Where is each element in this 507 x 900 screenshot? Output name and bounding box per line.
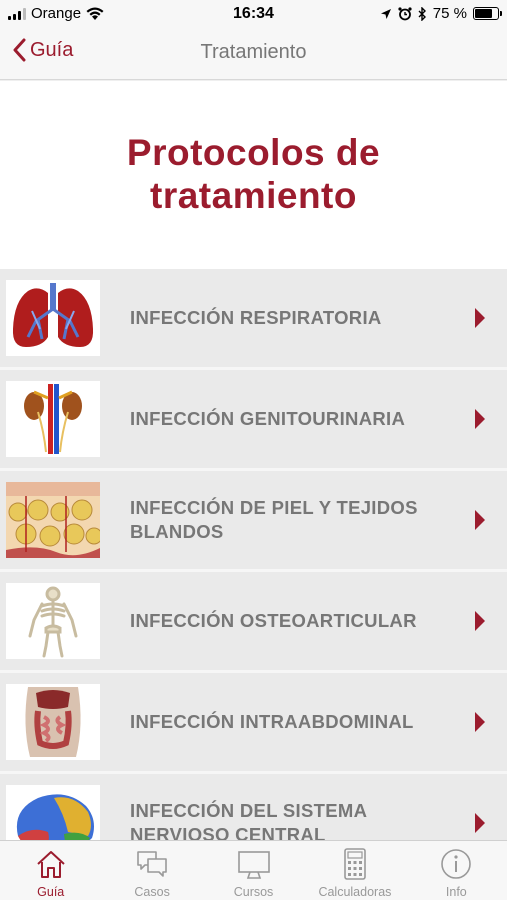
list-item-label: INFECCIÓN RESPIRATORIA bbox=[130, 306, 382, 328]
chevron-right-icon bbox=[475, 813, 485, 833]
list-item-label: INFECCIÓN OSTEOARTICULAR bbox=[130, 609, 417, 631]
chevron-right-icon bbox=[475, 409, 485, 429]
list-item-sistema-nervioso[interactable]: INFECCIÓN DEL SISTEMA NERVIOSO CENTRAL bbox=[0, 774, 507, 840]
tab-label: Casos bbox=[134, 885, 170, 899]
page-title: Protocolos de tratamiento bbox=[126, 132, 381, 216]
kidneys-icon bbox=[6, 381, 100, 457]
chevron-left-icon bbox=[13, 38, 26, 62]
home-icon bbox=[37, 851, 65, 878]
tab-bar: Guía Casos Cursos Calculadoras Info bbox=[0, 840, 507, 900]
chat-bubbles-icon bbox=[137, 851, 167, 877]
list-item-label: INFECCIÓN GENITOURINARIA bbox=[130, 407, 406, 429]
navigation-bar: Guía Tratamiento bbox=[0, 28, 507, 80]
list-item-intraabdominal[interactable]: INFECCIÓN INTRAABDOMINAL bbox=[0, 673, 507, 774]
list-item-label: INFECCIÓN DE PIEL Y TEJIDOS BLANDOS bbox=[130, 496, 418, 542]
tab-label: Info bbox=[445, 885, 467, 899]
tab-label: Cursos bbox=[233, 885, 274, 899]
alarm-icon bbox=[398, 6, 412, 20]
list-item-osteoarticular[interactable]: INFECCIÓN OSTEOARTICULAR bbox=[0, 572, 507, 673]
tab-cursos[interactable]: Cursos bbox=[203, 841, 304, 900]
chevron-right-icon bbox=[475, 611, 485, 631]
location-icon bbox=[380, 8, 391, 19]
battery-icon bbox=[473, 7, 502, 20]
chevron-right-icon bbox=[475, 712, 485, 732]
tab-casos[interactable]: Casos bbox=[101, 841, 202, 900]
protocol-list: INFECCIÓN RESPIRATORIA INFECCIÓN GENITOU… bbox=[0, 269, 507, 840]
tab-info[interactable]: Info bbox=[406, 841, 507, 900]
list-item-genitourinaria[interactable]: INFECCIÓN GENITOURINARIA bbox=[0, 370, 507, 471]
battery-percent: 75 % bbox=[432, 5, 467, 22]
info-icon bbox=[441, 849, 472, 879]
back-button-label: Guía bbox=[30, 38, 74, 61]
lungs-icon bbox=[6, 280, 100, 356]
chevron-right-icon bbox=[475, 308, 485, 328]
tab-guia[interactable]: Guía bbox=[0, 841, 101, 900]
tab-label: Calculadoras bbox=[318, 885, 392, 899]
brain-icon bbox=[6, 785, 100, 840]
list-item-piel-tejidos[interactable]: INFECCIÓN DE PIEL Y TEJIDOS BLANDOS bbox=[0, 471, 507, 572]
list-item-respiratoria[interactable]: INFECCIÓN RESPIRATORIA bbox=[0, 269, 507, 370]
tab-label: Guía bbox=[37, 885, 65, 899]
monitor-icon bbox=[237, 851, 270, 879]
skeleton-icon bbox=[6, 583, 100, 659]
status-bar: Orange 16:34 75 % bbox=[0, 0, 507, 28]
list-item-label: INFECCIÓN INTRAABDOMINAL bbox=[130, 710, 414, 732]
tab-calculadoras[interactable]: Calculadoras bbox=[304, 841, 405, 900]
calculator-icon bbox=[344, 848, 366, 880]
abdomen-icon bbox=[6, 684, 100, 760]
nav-title: Tratamiento bbox=[200, 41, 307, 63]
chevron-right-icon bbox=[475, 510, 485, 530]
bluetooth-icon bbox=[418, 6, 426, 21]
back-button[interactable]: Guía bbox=[12, 38, 73, 62]
list-item-label: INFECCIÓN DEL SISTEMA NERVIOSO CENTRAL bbox=[130, 799, 367, 840]
skin-tissue-icon bbox=[6, 482, 100, 558]
header-panel: Protocolos de tratamiento bbox=[0, 81, 507, 269]
